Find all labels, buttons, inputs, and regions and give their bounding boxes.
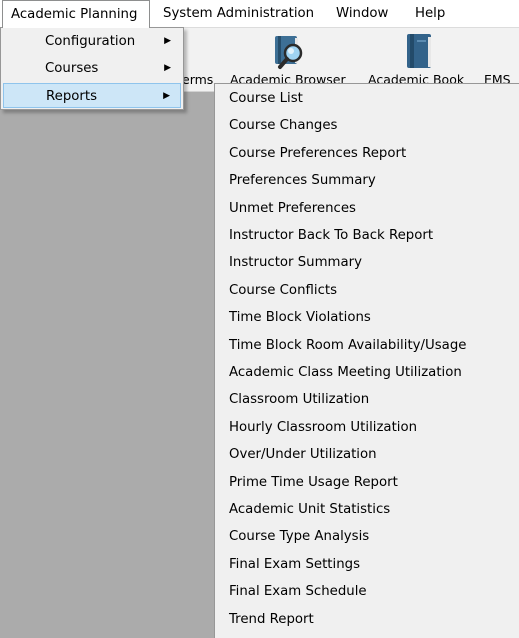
submenu-item-trend-report[interactable]: Trend Report [217,606,517,633]
toolbar-button-ems[interactable]: EMS [482,28,519,91]
menu-help[interactable]: Help [415,0,445,27]
submenu-item-time-block-violations[interactable]: Time Block Violations [217,304,517,331]
submenu-item-final-exam-settings[interactable]: Final Exam Settings [217,551,517,578]
submenu-item-course-conflicts[interactable]: Course Conflicts [217,277,517,304]
submenu-item-course-changes[interactable]: Course Changes [217,112,517,139]
submenu-item-preferences-summary[interactable]: Preferences Summary [217,167,517,194]
submenu-item-over-under-utilization[interactable]: Over/Under Utilization [217,441,517,468]
dropdown-item-label: Courses [45,61,99,76]
submenu-item-course-preferences-report[interactable]: Course Preferences Report [217,140,517,167]
chevron-right-icon: ▶ [163,91,170,101]
menu-bar: Academic Planning System Administration … [0,0,519,28]
dropdown-item-label: Configuration [45,34,136,49]
dropdown-item-reports[interactable]: Reports ▶ [3,83,181,108]
reports-submenu: Course List Course Changes Course Prefer… [214,83,519,638]
book-magnifier-icon [275,36,303,69]
dropdown-item-configuration[interactable]: Configuration ▶ [3,29,181,54]
menu-window[interactable]: Window [336,0,388,27]
chevron-right-icon: ▶ [164,36,171,46]
submenu-item-final-exam-schedule[interactable]: Final Exam Schedule [217,578,517,605]
submenu-item-hourly-classroom-utilization[interactable]: Hourly Classroom Utilization [217,414,517,441]
toolbar-button-terms[interactable]: erms [180,28,220,91]
submenu-item-unmet-preferences[interactable]: Unmet Preferences [217,195,517,222]
submenu-item-classroom-utilization[interactable]: Classroom Utilization [217,386,517,413]
toolbar-label-terms: erms [182,72,214,87]
submenu-item-course-list[interactable]: Course List [217,85,517,112]
chevron-right-icon: ▶ [164,63,171,73]
book-icon [407,34,431,68]
menu-academic-planning[interactable]: Academic Planning [2,0,150,28]
submenu-item-academic-class-meeting-utilization[interactable]: Academic Class Meeting Utilization [217,359,517,386]
dropdown-item-courses[interactable]: Courses ▶ [3,56,181,81]
submenu-item-academic-unit-statistics[interactable]: Academic Unit Statistics [217,496,517,523]
submenu-item-instructor-summary[interactable]: Instructor Summary [217,249,517,276]
toolbar-button-academic-book[interactable]: Academic Book [366,28,476,91]
submenu-item-prime-time-usage-report[interactable]: Prime Time Usage Report [217,469,517,496]
academic-planning-dropdown: Configuration ▶ Courses ▶ Reports ▶ [0,27,184,110]
submenu-item-instructor-back-to-back-report[interactable]: Instructor Back To Back Report [217,222,517,249]
dropdown-item-label: Reports [46,89,98,104]
submenu-item-course-type-analysis[interactable]: Course Type Analysis [217,523,517,550]
toolbar-button-academic-browser[interactable]: Academic Browser [228,28,362,91]
submenu-item-time-block-room-availability[interactable]: Time Block Room Availability/Usage [217,332,517,359]
menu-system-administration[interactable]: System Administration [163,0,314,27]
